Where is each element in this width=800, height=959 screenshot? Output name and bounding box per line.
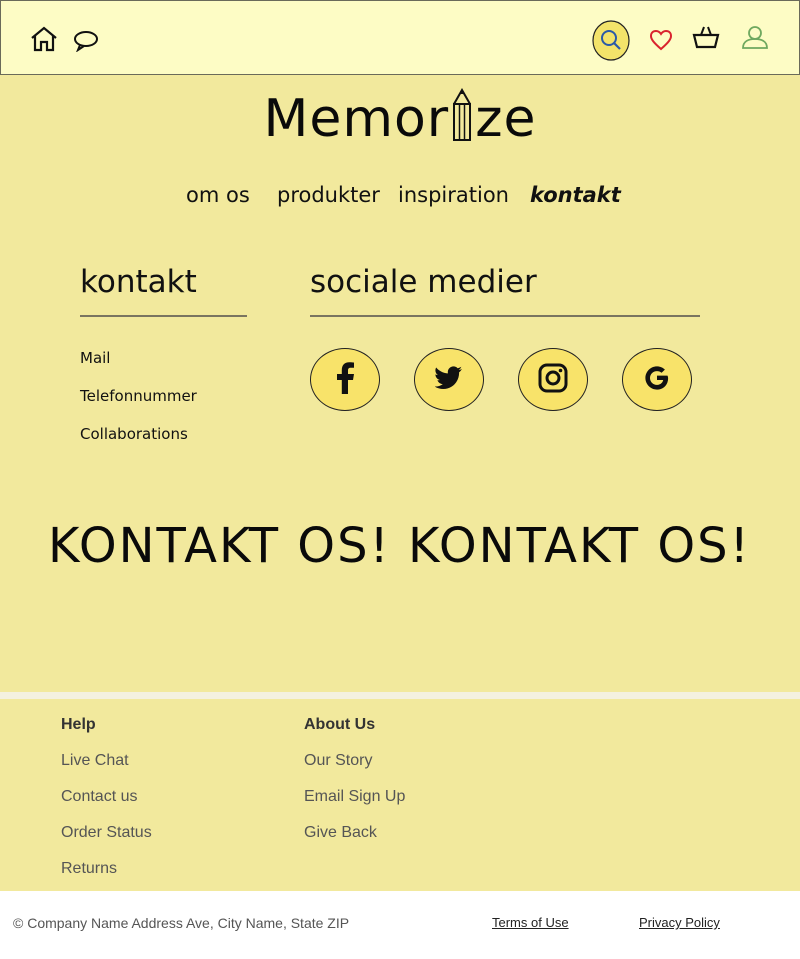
terms-link[interactable]: Terms of Use xyxy=(492,915,569,930)
privacy-link[interactable]: Privacy Policy xyxy=(639,915,720,930)
logo-text-start: Memor xyxy=(263,89,450,149)
footer-divider xyxy=(0,692,800,699)
social-divider xyxy=(310,315,700,317)
google-button[interactable] xyxy=(622,348,692,411)
home-icon[interactable] xyxy=(30,26,58,52)
copyright-text: © Company Name Address Ave, City Name, S… xyxy=(13,915,350,931)
contact-link-phone[interactable]: Telefonnummer xyxy=(80,387,197,405)
twitter-button[interactable] xyxy=(414,348,484,411)
footer-link-returns[interactable]: Returns xyxy=(61,860,117,878)
footer-link-our-story[interactable]: Our Story xyxy=(304,752,372,770)
footer-link-live-chat[interactable]: Live Chat xyxy=(61,752,129,770)
twitter-icon xyxy=(434,365,463,394)
footer-link-email-signup[interactable]: Email Sign Up xyxy=(304,788,405,806)
user-icon[interactable] xyxy=(741,25,769,49)
nav-produkter[interactable]: produkter xyxy=(277,183,380,207)
top-bar xyxy=(0,0,800,75)
chat-icon[interactable] xyxy=(73,30,99,52)
footer-heading-about: About Us xyxy=(304,716,376,733)
logo[interactable]: Memor ze xyxy=(0,87,800,155)
facebook-button[interactable] xyxy=(310,348,380,411)
footer-link-order-status[interactable]: Order Status xyxy=(61,824,152,842)
footer-heading-help: Help xyxy=(61,716,96,733)
nav-inspiration[interactable]: inspiration xyxy=(398,183,509,207)
contact-link-mail[interactable]: Mail xyxy=(80,349,110,367)
marquee-text: KONTAKT OS! KONTAKT OS! KO xyxy=(48,518,758,574)
nav-om-os[interactable]: om os xyxy=(186,183,250,207)
instagram-button[interactable] xyxy=(518,348,588,411)
nav-kontakt[interactable]: kontakt xyxy=(530,183,621,207)
search-icon[interactable] xyxy=(592,20,630,61)
footer-link-contact-us[interactable]: Contact us xyxy=(61,788,137,806)
google-icon xyxy=(644,365,670,395)
logo-text-end: ze xyxy=(475,89,537,149)
pencil-icon xyxy=(451,87,473,155)
social-title: sociale medier xyxy=(310,264,537,300)
contact-link-collaborations[interactable]: Collaborations xyxy=(80,425,188,443)
basket-icon[interactable] xyxy=(692,25,720,49)
instagram-icon xyxy=(538,363,568,397)
facebook-icon xyxy=(335,361,355,398)
heart-icon[interactable] xyxy=(649,29,673,51)
contact-title: kontakt xyxy=(80,264,197,300)
contact-divider xyxy=(80,315,247,317)
footer-link-give-back[interactable]: Give Back xyxy=(304,824,377,842)
